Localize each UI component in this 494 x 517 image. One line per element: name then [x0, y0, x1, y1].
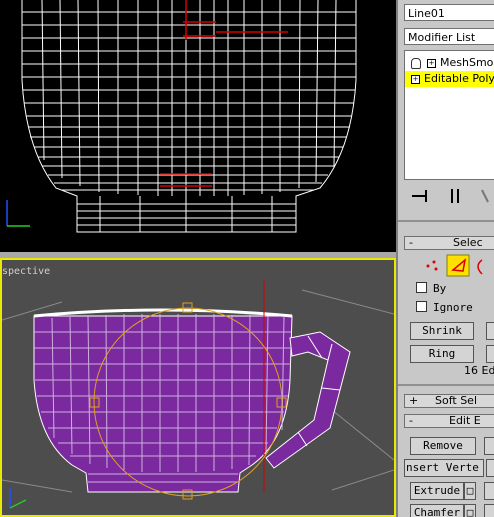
front-viewport[interactable] — [0, 0, 396, 252]
modifier-list-label: Modifier List — [408, 31, 476, 44]
edit-edges-rollout-header[interactable]: - Edit E — [404, 414, 494, 428]
perspective-viewport[interactable]: spective — [0, 258, 396, 517]
expand-icon[interactable]: + — [427, 58, 436, 68]
checkbox-label: Ignore — [433, 301, 473, 314]
rollout-title: Edit E — [449, 414, 481, 427]
shrink-button[interactable]: Shrink — [410, 322, 474, 340]
insert-vertex-button[interactable]: nsert Verte — [404, 459, 484, 477]
stack-toolbar — [412, 189, 489, 203]
extrude-button[interactable]: Extrude — [410, 482, 464, 500]
grow-button[interactable] — [486, 322, 494, 340]
loop-button[interactable] — [486, 345, 494, 363]
lightbulb-icon[interactable] — [411, 57, 421, 69]
command-panel: Line01 Modifier List + MeshSmo + Editable … — [396, 0, 494, 517]
ignore-backfacing-checkbox[interactable]: Ignore — [416, 301, 473, 315]
front-wireframe — [6, 0, 357, 233]
extrude-weld-button[interactable] — [484, 482, 494, 500]
ring-button[interactable]: Ring — [410, 345, 474, 363]
object-name-field[interactable]: Line01 — [404, 4, 494, 21]
divider — [398, 384, 494, 386]
split-button[interactable] — [484, 437, 494, 455]
vertex-mode-icon[interactable] — [426, 260, 438, 271]
subobject-toolbar — [426, 254, 483, 277]
selection-rollout-header[interactable]: - Selec — [404, 236, 494, 250]
extrude-settings-button[interactable]: □ — [464, 482, 476, 500]
modifier-stack[interactable]: + MeshSmo + Editable Poly — [404, 50, 494, 180]
selection-status: 16 Ed — [464, 364, 494, 377]
weld-button[interactable] — [486, 459, 494, 477]
stack-item-editable-poly[interactable]: + Editable Poly — [405, 71, 494, 87]
stack-item-label: Editable Poly — [424, 72, 494, 85]
rollout-title: Selec — [453, 236, 483, 249]
border-mode-icon[interactable] — [477, 259, 483, 275]
expand-icon[interactable]: + — [411, 74, 420, 84]
by-vertex-checkbox[interactable]: By — [416, 282, 446, 296]
connect-button[interactable] — [484, 504, 494, 517]
perspective-scene — [2, 280, 394, 509]
chamfer-settings-button[interactable]: □ — [464, 504, 476, 517]
pin-stack-icon[interactable] — [412, 190, 427, 202]
chamfer-button[interactable]: Chamfer — [410, 504, 464, 517]
checkbox-label: By — [433, 282, 447, 295]
show-end-result-icon[interactable] — [451, 189, 459, 203]
stack-item-meshsmooth[interactable]: + MeshSmo — [405, 55, 494, 71]
stack-item-label: MeshSmo — [440, 56, 494, 69]
modifier-list-dropdown[interactable]: Modifier List — [404, 28, 494, 45]
object-name: Line01 — [408, 7, 445, 20]
remove-button[interactable]: Remove — [410, 437, 476, 455]
make-unique-icon[interactable] — [481, 189, 489, 203]
soft-selection-rollout-header[interactable]: + Soft Sel — [404, 394, 494, 408]
divider — [398, 220, 494, 222]
rollout-title: Soft Sel — [435, 394, 478, 407]
